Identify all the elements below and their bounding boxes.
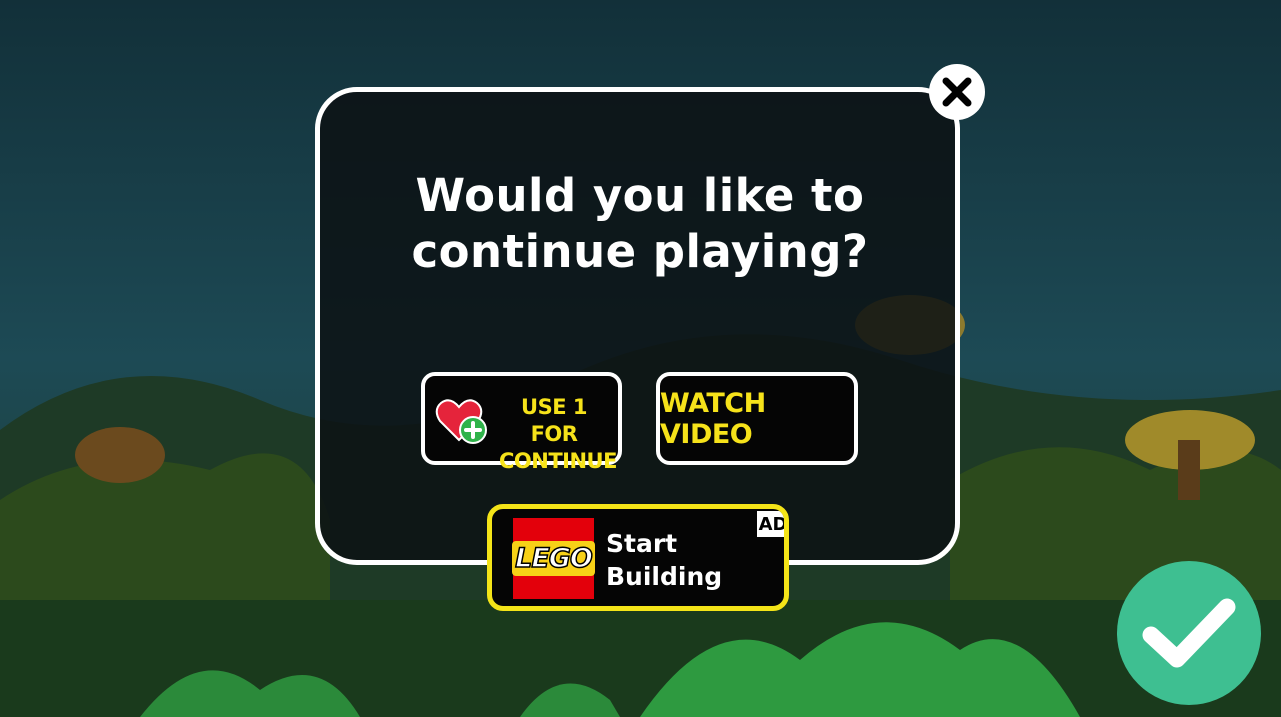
watch-video-button[interactable]: WATCH VIDEO [656, 372, 858, 465]
dialog-title: Would you like to continue playing? [411, 169, 869, 278]
close-icon [942, 77, 972, 107]
ad-badge: AD [757, 511, 784, 537]
confirm-button[interactable] [1117, 561, 1261, 705]
use-life-button[interactable]: USE 1 FOR CONTINUE [421, 372, 622, 473]
continue-dialog [315, 87, 960, 565]
ad-text: Start Building [606, 529, 723, 591]
lego-logo: LEGO [512, 518, 595, 599]
checkmark-icon [1142, 598, 1236, 668]
heart-plus-icon [435, 399, 487, 444]
use-life-label: USE 1 FOR CONTINUE [499, 395, 617, 473]
ad-banner[interactable]: LEGO Start Building AD [487, 504, 789, 611]
close-button[interactable] [929, 64, 985, 120]
watch-video-label: WATCH VIDEO [660, 387, 766, 450]
